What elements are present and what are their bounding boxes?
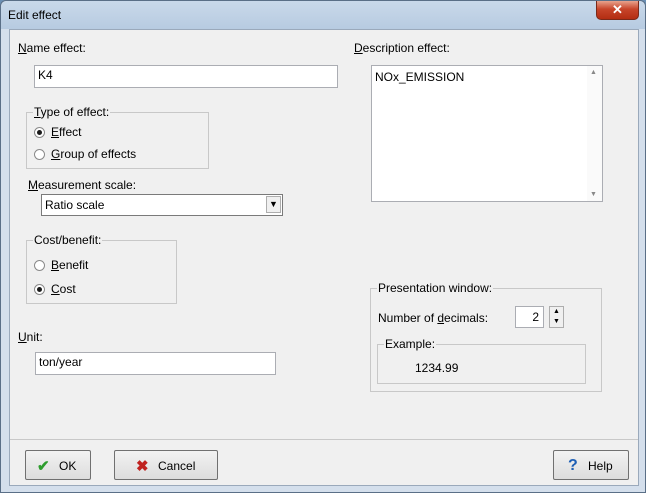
cancel-button[interactable]: ✖ Cancel <box>114 450 218 480</box>
radio-cost-label[interactable]: Cost <box>51 282 76 296</box>
scroll-up-icon[interactable]: ▲ <box>590 69 597 76</box>
radio-group-of-effects[interactable] <box>34 149 45 160</box>
radio-cost[interactable] <box>34 284 45 295</box>
measurement-scale-label: Measurement scale: <box>28 178 137 192</box>
dialog-body: Name effect: K4 Description effect: NOx_… <box>9 29 639 486</box>
chevron-down-icon[interactable]: ▼ <box>266 196 281 213</box>
ok-button[interactable]: ✔ OK <box>25 450 91 480</box>
close-button[interactable]: ✕ <box>596 1 639 20</box>
example-legend: Example: <box>384 337 437 351</box>
scroll-down-icon[interactable]: ▼ <box>590 191 597 198</box>
radio-benefit[interactable] <box>34 260 45 271</box>
name-effect-label: Name effect: <box>18 41 86 55</box>
presentation-window-legend: Presentation window: <box>377 281 494 295</box>
title-bar[interactable]: Edit effect ✕ <box>1 1 645 29</box>
radio-effect[interactable] <box>34 127 45 138</box>
unit-input[interactable]: ton/year <box>35 352 276 375</box>
unit-label: Unit: <box>18 330 43 344</box>
button-separator <box>10 439 638 440</box>
description-scrollbar[interactable]: ▲ ▼ <box>587 66 602 201</box>
type-of-effect-legend: Type of effect: <box>33 105 111 119</box>
radio-effect-label[interactable]: Effect <box>51 125 81 139</box>
radio-group-of-effects-label[interactable]: Group of effects <box>51 147 136 161</box>
cost-benefit-legend: Cost/benefit: <box>33 233 103 247</box>
spin-down-icon[interactable]: ▼ <box>550 317 563 327</box>
description-effect-textarea[interactable]: NOx_EMISSION ▲ ▼ <box>371 65 603 202</box>
x-icon: ✖ <box>136 458 149 475</box>
close-icon: ✕ <box>612 2 623 17</box>
window-title: Edit effect <box>8 8 62 22</box>
help-button-label: Help <box>588 459 613 473</box>
radio-benefit-label[interactable]: Benefit <box>51 258 88 272</box>
spin-up-icon[interactable]: ▲ <box>550 307 563 317</box>
presentation-window-group: Presentation window: Number of decimals:… <box>370 281 602 392</box>
measurement-scale-value: Ratio scale <box>45 198 105 212</box>
help-button[interactable]: ? Help <box>553 450 629 480</box>
decimals-value: 2 <box>532 310 539 324</box>
name-effect-value: K4 <box>38 68 53 82</box>
example-group: Example: 1234.99 <box>377 337 586 384</box>
decimals-spinner[interactable]: ▲ ▼ <box>549 306 564 328</box>
example-value: 1234.99 <box>415 361 459 375</box>
name-effect-input[interactable]: K4 <box>34 65 338 88</box>
question-mark-icon: ? <box>568 457 578 474</box>
type-of-effect-group: Type of effect: Effect Group of effects <box>26 105 209 169</box>
decimals-input[interactable]: 2 <box>515 306 544 328</box>
unit-value: ton/year <box>39 355 83 369</box>
cost-benefit-group: Cost/benefit: Benefit Cost <box>26 233 177 304</box>
cancel-button-label: Cancel <box>158 459 196 473</box>
description-effect-value: NOx_EMISSION <box>375 70 465 84</box>
measurement-scale-select[interactable]: Ratio scale ▼ <box>41 194 283 216</box>
checkmark-icon: ✔ <box>37 458 50 475</box>
description-effect-label: Description effect: <box>354 41 450 55</box>
number-of-decimals-label: Number of decimals: <box>378 311 489 325</box>
ok-button-label: OK <box>59 459 77 473</box>
edit-effect-dialog: Edit effect ✕ Name effect: K4 Descriptio… <box>0 0 646 493</box>
